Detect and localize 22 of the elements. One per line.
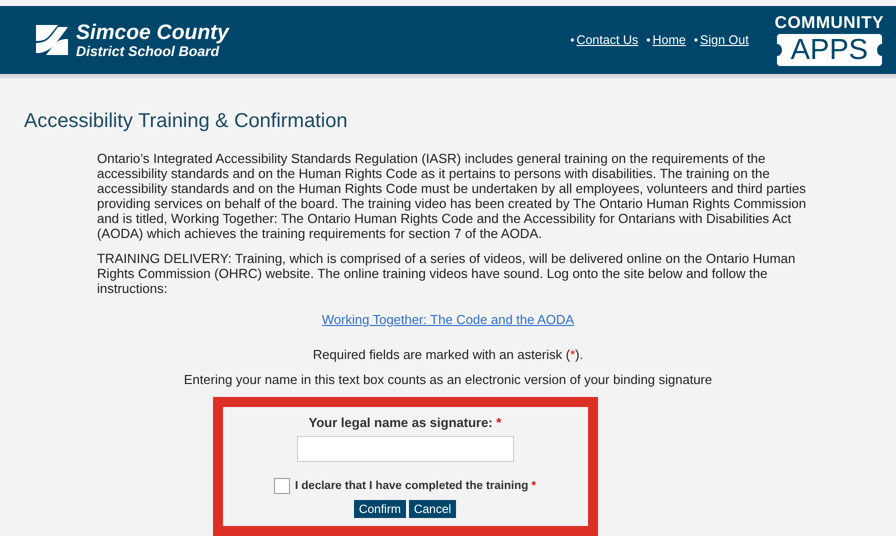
signature-note: Entering your name in this text box counts as an electronic version of your binding signature bbox=[184, 372, 712, 387]
page-title: Accessibility Training & Confirmation bbox=[24, 110, 348, 133]
logo-title: COMMUNITY bbox=[774, 14, 884, 32]
nav-link[interactable]: Home bbox=[652, 33, 686, 47]
declaration-label: I declare that I have completed the training * bbox=[295, 480, 536, 492]
cancel-button[interactable]: Cancel bbox=[408, 500, 456, 518]
signature-label: Your legal name as signature: * bbox=[308, 415, 502, 430]
logo-icon bbox=[36, 25, 68, 55]
signature-field[interactable] bbox=[296, 436, 514, 462]
required-note: Required fields are marked with an asterisk (*). bbox=[312, 347, 584, 362]
nav-bullet: • bbox=[694, 33, 698, 47]
training-link[interactable]: Working Together: The Code and the AODA bbox=[322, 312, 574, 327]
brand-subtitle: District School Board bbox=[76, 44, 220, 58]
nav-bullet: • bbox=[570, 33, 574, 47]
body-paragraph: Ontario’s Integrated Accessibility Standards Regulation (IASR) includes general training on the requirements of the accessibility standards and on the Human Rights Code as it pertains to persons with disabilities. The training on the accessibility standards and on the Human Rights Code must be undertaken by all employees, volunteers and third parties providing services on behalf of the board. The training video has been created by The Ontario Human Rights Commission and is titled, Working Together: The Ontario Human Rights Code and the Accessibility for Ontarians with Disabilities Act (AODA) which achieves the training requirements for section 7 of the AODA. bbox=[97, 151, 807, 241]
brand-name: Simcoe County bbox=[76, 22, 229, 44]
confirm-button[interactable]: Confirm bbox=[354, 500, 406, 518]
declaration-checkbox[interactable] bbox=[274, 478, 290, 494]
body-paragraph: TRAINING DELIVERY: Training, which is comprised of a series of videos, will be delivered online on the Ontario Human Rights Commission (OHRC) website. The online training videos have sound. Log onto the site below and follow the instructions: bbox=[97, 251, 796, 296]
nav-link[interactable]: Sign Out bbox=[700, 33, 749, 47]
nav-bullet: • bbox=[646, 33, 650, 47]
nav-link[interactable]: Contact Us bbox=[576, 33, 638, 47]
